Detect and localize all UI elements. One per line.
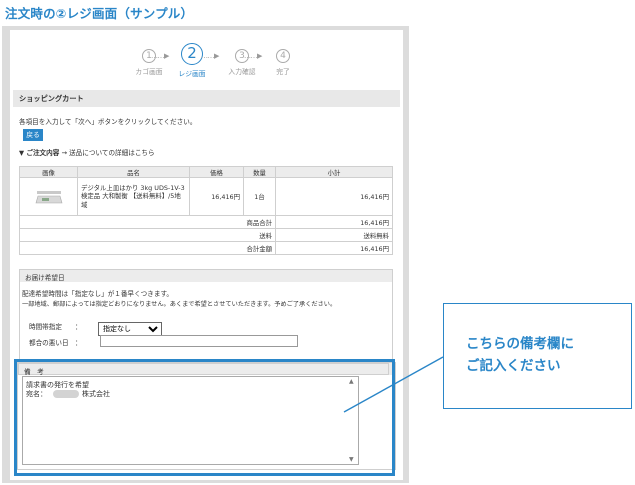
callout-line: ご記入ください: [466, 358, 561, 374]
callout-box: こちらの備考欄に ご記入ください: [443, 303, 632, 409]
callout-text: こちらの備考欄に ご記入ください: [466, 333, 574, 377]
callout-line: こちらの備考欄に: [466, 336, 574, 352]
callout-connector: [343, 356, 444, 413]
